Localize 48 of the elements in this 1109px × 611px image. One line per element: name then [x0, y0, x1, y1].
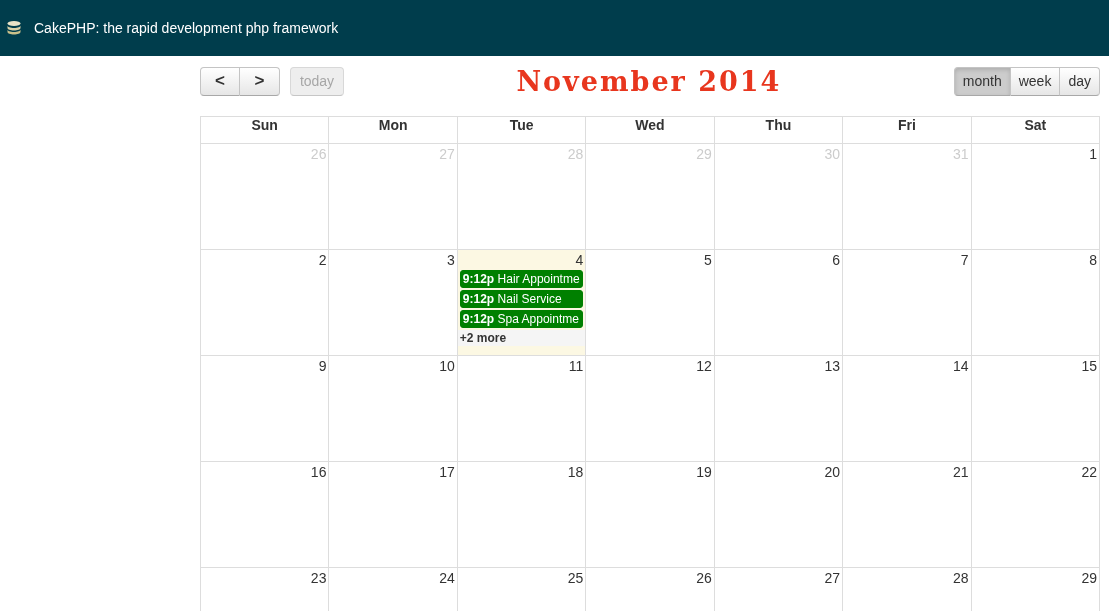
day-number: 1	[1089, 145, 1098, 164]
day-number: 5	[703, 251, 713, 270]
view-tab[interactable]: week	[1010, 66, 1061, 96]
day-number: 14	[953, 357, 970, 376]
event-item[interactable]: 9:12p Hair Appointme	[459, 270, 584, 288]
column-header: Sat	[971, 117, 1100, 144]
previous-button[interactable]: <	[200, 66, 240, 96]
day-number: 15	[1081, 357, 1098, 376]
more-link[interactable]: +2 more	[457, 330, 586, 346]
day-number: 27	[824, 569, 842, 588]
view-tab[interactable]: day	[1060, 66, 1100, 96]
day-number: 22	[1081, 463, 1098, 482]
day-number: 28	[953, 569, 970, 588]
day-number: 19	[696, 463, 713, 482]
day-number: 16	[310, 463, 328, 482]
column-header: Wed	[586, 117, 715, 144]
day-number: 21	[953, 463, 970, 482]
event-item[interactable]: 9:12p Nail Service	[459, 290, 584, 308]
column-header: Tue	[457, 117, 587, 144]
day-number: 11	[568, 357, 585, 376]
event-item[interactable]: 9:12p Spa Appointme	[459, 310, 584, 328]
day-number: 6	[832, 251, 842, 270]
column-header: Sun	[201, 117, 330, 144]
day-number: 10	[439, 357, 456, 376]
day-number: 9	[318, 357, 328, 376]
day-number: 3	[447, 251, 456, 270]
day-number: 13	[824, 357, 842, 376]
day-number: 24	[439, 569, 456, 588]
month-title: November 2014	[516, 65, 782, 97]
next-button[interactable]: >	[240, 66, 280, 96]
database-icon	[6, 20, 22, 36]
column-header: Thu	[714, 117, 844, 144]
day-number: 20	[824, 463, 842, 482]
column-header: Mon	[329, 117, 458, 144]
day-number: 2	[318, 251, 328, 270]
view-tab[interactable]: month	[953, 66, 1011, 96]
day-number: 26	[696, 569, 713, 588]
day-number: 29	[1081, 569, 1098, 588]
column-header: Fri	[843, 117, 972, 144]
day-number: 18	[567, 463, 585, 482]
day-number: 4	[575, 251, 585, 270]
day-number: 7	[960, 251, 970, 270]
day-number: 25	[567, 569, 585, 588]
site-title[interactable]: CakePHP: the rapid development php framework	[34, 20, 339, 36]
day-number: 8	[1089, 251, 1098, 270]
day-number: 17	[439, 463, 456, 482]
day-number: 12	[696, 357, 713, 376]
day-number: 23	[310, 569, 328, 588]
